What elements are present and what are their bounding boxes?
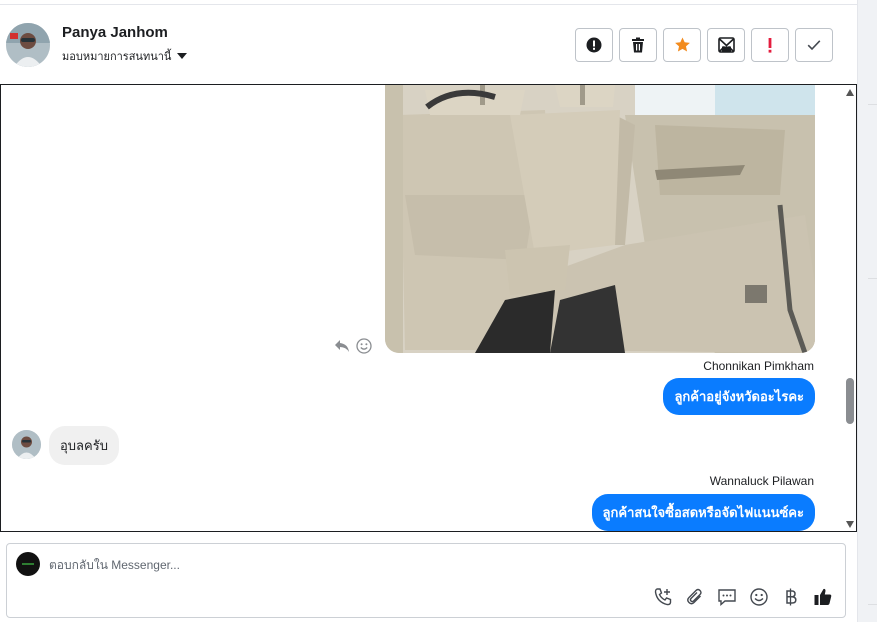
star-button[interactable] (663, 28, 701, 62)
contact-avatar-small[interactable] (12, 430, 41, 459)
message-hover-actions (334, 338, 372, 354)
report-spam-button[interactable] (575, 28, 613, 62)
attachment-icon (687, 588, 702, 605)
message-sender-name: Wannaluck Pilawan (709, 474, 814, 488)
contact-avatar[interactable] (6, 23, 50, 67)
trash-icon (632, 37, 644, 53)
call-add-icon (654, 588, 672, 606)
star-icon (674, 37, 690, 52)
page-avatar (16, 552, 40, 576)
car-interior-photo[interactable] (385, 85, 815, 353)
thread-scrollbar[interactable] (843, 85, 856, 531)
check-icon (807, 40, 821, 51)
attach-button[interactable] (684, 586, 706, 608)
saved-reply-button[interactable] (716, 586, 738, 608)
mark-unread-icon (717, 37, 735, 53)
delete-button[interactable] (619, 28, 657, 62)
payment-button[interactable] (780, 586, 802, 608)
caret-down-icon (177, 53, 188, 59)
reply-icon[interactable] (334, 339, 350, 353)
message-sender-name: Chonnikan Pimkham (703, 359, 814, 373)
exclamation-icon (768, 38, 772, 53)
saved-reply-icon (718, 589, 736, 607)
mark-done-button[interactable] (795, 28, 833, 62)
scroll-down-arrow-icon[interactable] (846, 521, 854, 528)
conversation-header: Panya Janhom มอบหมายการสนทนานี้ (0, 4, 857, 84)
reply-input[interactable] (49, 554, 809, 576)
outgoing-message-bubble[interactable]: ลูกค้าอยู่จังหวัดอะไรคะ (663, 378, 815, 415)
baht-icon (786, 588, 797, 606)
assign-conversation-dropdown[interactable]: มอบหมายการสนทนานี้ (62, 47, 188, 65)
emoji-reaction-icon[interactable] (356, 338, 372, 354)
scroll-up-arrow-icon[interactable] (846, 89, 854, 96)
conversation-actions (575, 28, 833, 62)
messenger-conversation-window: Panya Janhom มอบหมายการสนทนานี้ Chonnika… (0, 0, 877, 622)
contact-name[interactable]: Panya Janhom (62, 24, 168, 41)
composer-toolbar (652, 586, 834, 608)
outgoing-message-bubble[interactable]: ลูกค้าสนใจซื้อสดหรือจัดไฟแนนซ์คะ (591, 494, 815, 531)
assign-label: มอบหมายการสนทนานี้ (62, 51, 172, 63)
right-panel-edge (857, 0, 877, 622)
message-composer (6, 543, 846, 618)
emoji-button[interactable] (748, 586, 770, 608)
follow-up-button[interactable] (751, 28, 789, 62)
like-button[interactable] (812, 586, 834, 608)
alert-circle-icon (586, 37, 602, 53)
incoming-message-bubble[interactable]: อุบลครับ (49, 426, 119, 465)
mark-unread-button[interactable] (707, 28, 745, 62)
call-add-button[interactable] (652, 586, 674, 608)
thumbs-up-icon (814, 588, 832, 605)
scroll-thumb[interactable] (846, 378, 854, 424)
emoji-icon (750, 588, 768, 606)
message-thread[interactable]: Chonnikan Pimkham ลูกค้าอยู่จังหวัดอะไรค… (0, 84, 857, 532)
